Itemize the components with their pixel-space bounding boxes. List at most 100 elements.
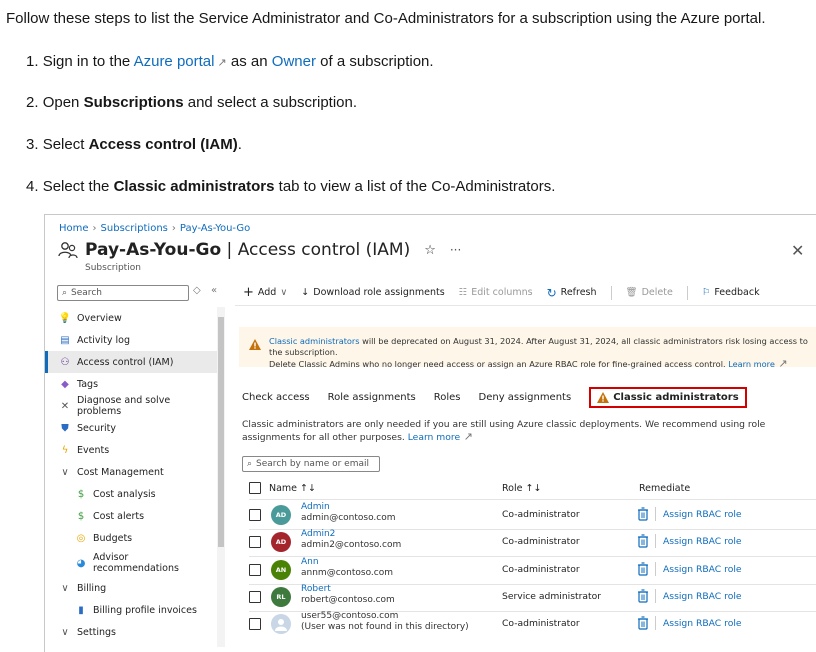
admin-email: annm@contoso.com [301, 567, 394, 578]
collapse-toggle-icon[interactable]: ◇ [193, 285, 201, 296]
sidebar-item-label: Billing profile invoices [93, 604, 197, 616]
column-name[interactable]: Name ↑↓ [269, 483, 316, 494]
assign-rbac-role-link[interactable]: Assign RBAC role [663, 536, 742, 547]
table-search-input[interactable]: ⌕ Search by name or email [242, 456, 380, 472]
sidebar-scrollbar[interactable] [217, 307, 225, 647]
toolbar-divider-line [235, 305, 816, 306]
double-chevron-left-icon[interactable]: « [211, 285, 217, 296]
page-header: Pay-As-You-Go | Access control (IAM) ☆ ·… [57, 239, 461, 261]
step-2: 2. Open Subscriptions and select a subsc… [26, 94, 358, 111]
owner-link[interactable]: Owner [272, 53, 316, 70]
sidebar-item-overview[interactable]: 💡 Overview [45, 307, 217, 329]
deprecation-banner: Classic administrators will be deprecate… [239, 327, 816, 370]
assign-rbac-role-link[interactable]: Assign RBAC role [663, 509, 742, 520]
sidebar-item-cost-management[interactable]: ∨ Cost Management [45, 461, 217, 483]
chevron-down-icon: ∨ [61, 466, 69, 478]
sidebar-item-security[interactable]: ⛊ Security [45, 417, 217, 439]
search-icon: ⌕ [247, 459, 253, 469]
sidebar-item-tags[interactable]: ◆ Tags [45, 373, 217, 395]
sidebar-item-diagnose-and-solve-problems[interactable]: ✕ Diagnose and solve problems [45, 395, 217, 417]
portal-screenshot: Home › Subscriptions › Pay-As-You-Go Pay-As-… [44, 214, 816, 652]
admin-name[interactable]: Robert [301, 584, 331, 595]
edit-columns-button[interactable]: ☷ Edit columns [459, 287, 533, 298]
toolbar: + Add ∨ ↓ Download role assignments ☷ Edit c… [243, 285, 760, 300]
sidebar-item-label: Activity log [77, 334, 131, 346]
breadcrumb: Home › Subscriptions › Pay-As-You-Go [59, 223, 251, 234]
remediate-divider [655, 616, 656, 631]
tab-roles[interactable]: Roles [434, 392, 461, 403]
admin-email: admin2@contoso.com [301, 540, 402, 551]
columns-icon: ☷ [458, 287, 468, 298]
row-checkbox[interactable] [249, 536, 261, 549]
sidebar-item-events[interactable]: ϟ Events [45, 439, 217, 461]
remediate-divider [655, 588, 656, 603]
admin-name[interactable]: Admin2 [301, 529, 335, 540]
note-learn-more-link[interactable]: Learn more [408, 432, 460, 443]
row-checkbox[interactable] [249, 618, 261, 631]
sidebar-item-label: Tags [77, 378, 99, 390]
scrollbar-thumb[interactable] [218, 317, 224, 547]
avatar: AN [271, 559, 291, 580]
assign-rbac-role-link[interactable]: Assign RBAC role [663, 618, 742, 629]
tab-classic-administrators[interactable]: Classic administrators [589, 387, 747, 408]
breadcrumb-subscriptions[interactable]: Subscriptions [101, 223, 168, 234]
shield-icon: ⛊ [61, 422, 69, 434]
row-checkbox[interactable] [249, 590, 261, 603]
azure-portal-link[interactable]: Azure portal [134, 53, 215, 70]
add-button[interactable]: + Add ∨ [243, 285, 287, 300]
avatar: AD [271, 532, 291, 553]
sidebar-item-settings[interactable]: ∨ Settings [45, 621, 217, 643]
sidebar-item-label: Cost Management [77, 466, 164, 478]
delete-button[interactable]: 🗑 Delete [626, 287, 673, 298]
external-link-icon: ↗ [774, 357, 788, 370]
select-all-checkbox[interactable] [249, 482, 261, 494]
avatar: RL [271, 586, 291, 607]
warning-icon [249, 339, 261, 350]
sidebar-item-cost-alerts[interactable]: $ Cost alerts [45, 505, 217, 527]
star-icon[interactable]: ☆ [424, 243, 436, 258]
trash-icon[interactable] [637, 616, 649, 630]
tab-role-assignments[interactable]: Role assignments [328, 392, 416, 403]
sidebar-search-input[interactable]: ⌕ Search [57, 285, 189, 301]
trash-icon[interactable] [637, 561, 649, 576]
search-icon: ⌕ [62, 288, 68, 298]
assign-rbac-role-link[interactable]: Assign RBAC role [663, 591, 742, 602]
lightning-icon: ϟ [61, 444, 69, 456]
admin-role: Co-administrator [502, 563, 580, 575]
plus-icon: + [243, 285, 254, 300]
banner-learn-more-link[interactable]: Learn more [728, 359, 775, 369]
avatar: AD [271, 505, 291, 525]
column-role[interactable]: Role ↑↓ [502, 483, 541, 494]
tab-deny-assignments[interactable]: Deny assignments [479, 392, 572, 403]
step-4: 4. Select the Classic administrators tab… [26, 178, 556, 195]
row-checkbox[interactable] [249, 509, 261, 521]
tab-check-access[interactable]: Check access [242, 392, 310, 403]
cost-alerts-icon: $ [77, 510, 85, 522]
more-icon[interactable]: ··· [450, 243, 461, 257]
warning-icon [597, 392, 610, 403]
sidebar-item-advisor-recommendations[interactable]: ◕ Advisor recommendations [45, 549, 217, 577]
download-icon: ↓ [301, 287, 310, 298]
admin-name[interactable]: Admin [301, 502, 330, 513]
classic-admins-link[interactable]: Classic administrators [269, 336, 360, 346]
row-checkbox[interactable] [249, 563, 261, 576]
breadcrumb-home[interactable]: Home [59, 223, 89, 234]
refresh-button[interactable]: ↻ Refresh [547, 286, 597, 300]
download-button[interactable]: ↓ Download role assignments [301, 287, 444, 298]
sidebar-item-activity-log[interactable]: ▤ Activity log [45, 329, 217, 351]
feedback-button[interactable]: ⚐ Feedback [702, 287, 760, 298]
admin-name[interactable]: Ann [301, 557, 319, 568]
trash-icon[interactable] [637, 589, 649, 603]
trash-icon[interactable] [637, 534, 649, 548]
trash-icon[interactable] [637, 507, 649, 521]
sidebar-item-billing-profile-invoices[interactable]: ▮ Billing profile invoices [45, 599, 217, 621]
assign-rbac-role-link[interactable]: Assign RBAC role [663, 564, 742, 575]
sidebar-item-access-control-iam[interactable]: ⚇ Access control (IAM) [45, 351, 217, 373]
close-icon[interactable]: ✕ [791, 241, 804, 260]
breadcrumb-subscription[interactable]: Pay-As-You-Go [180, 223, 250, 234]
sidebar-item-billing[interactable]: ∨ Billing [45, 577, 217, 599]
table-row: AD Admin admin@contoso.com Co-administrator… [249, 502, 816, 529]
sidebar-item-cost-analysis[interactable]: $ Cost analysis [45, 483, 217, 505]
sidebar-item-budgets[interactable]: ◎ Budgets [45, 527, 217, 549]
chevron-down-icon: ∨ [61, 582, 69, 594]
